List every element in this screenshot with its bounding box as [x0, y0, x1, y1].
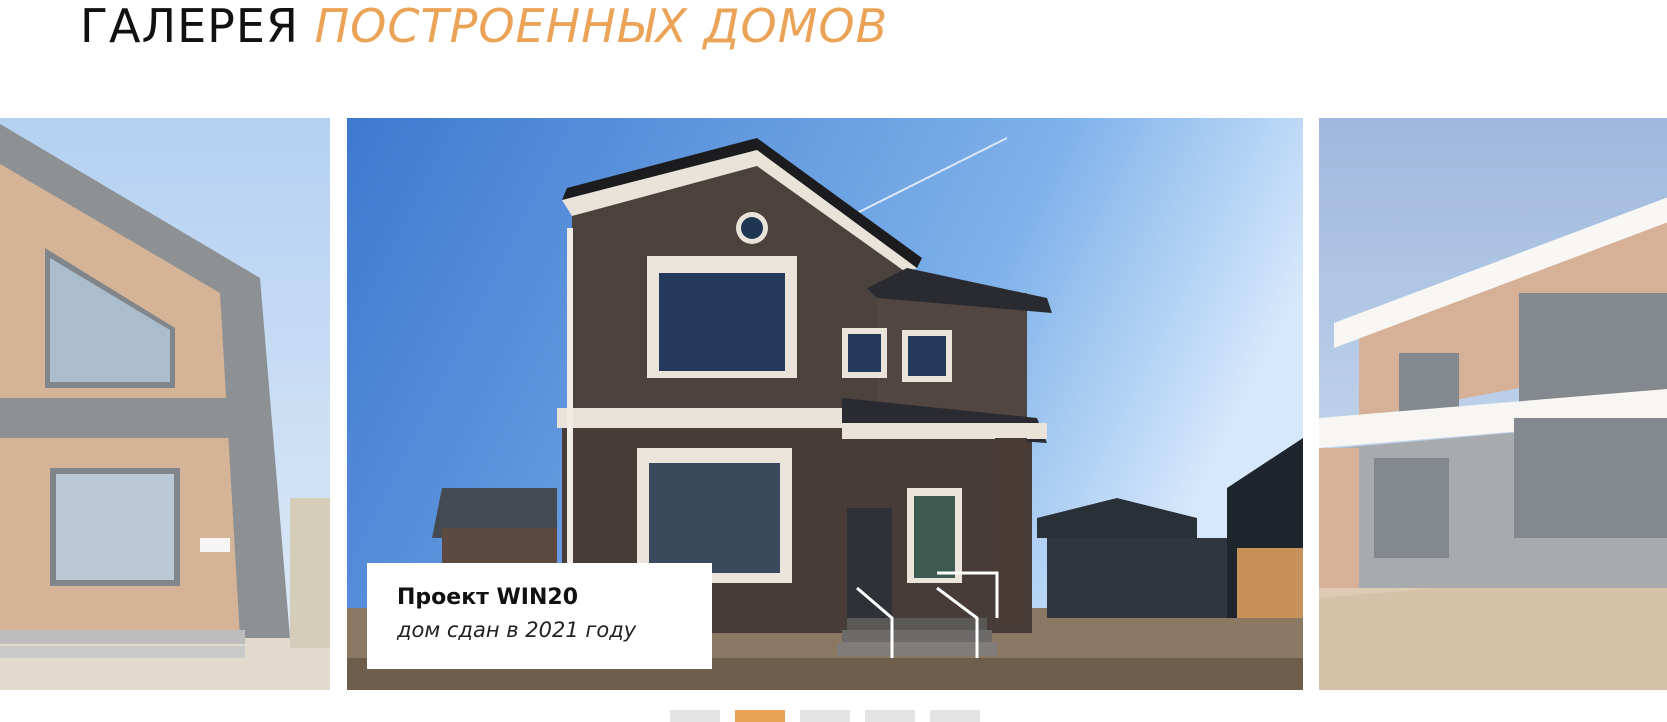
caption-subtitle: дом сдан в 2021 году [397, 618, 637, 642]
house-modern-flat-roof-image [1319, 118, 1667, 690]
title-plain: ГАЛЕРЕЯ [80, 0, 299, 53]
slide-previous[interactable] [0, 118, 330, 690]
caption-title: Проект WIN20 [397, 585, 579, 610]
pagination-dot-2[interactable] [735, 710, 785, 722]
pagination-dot-1[interactable] [670, 710, 720, 722]
page-title: ГАЛЕРЕЯ ПОСТРОЕННЫХ ДОМОВ [80, 0, 888, 52]
pagination-dot-5[interactable] [930, 710, 980, 722]
slide-current[interactable]: Проект WIN20 дом сдан в 2021 году [347, 118, 1303, 690]
slider-pagination [670, 710, 980, 722]
gallery-slider[interactable]: Проект WIN20 дом сдан в 2021 году [0, 118, 1667, 690]
slide-caption: Проект WIN20 дом сдан в 2021 году [367, 563, 712, 669]
pagination-dot-4[interactable] [865, 710, 915, 722]
slide-next[interactable] [1319, 118, 1667, 690]
house-wooden-gable-image [0, 118, 330, 690]
title-accent: ПОСТРОЕННЫХ ДОМОВ [314, 0, 889, 53]
pagination-dot-3[interactable] [800, 710, 850, 722]
